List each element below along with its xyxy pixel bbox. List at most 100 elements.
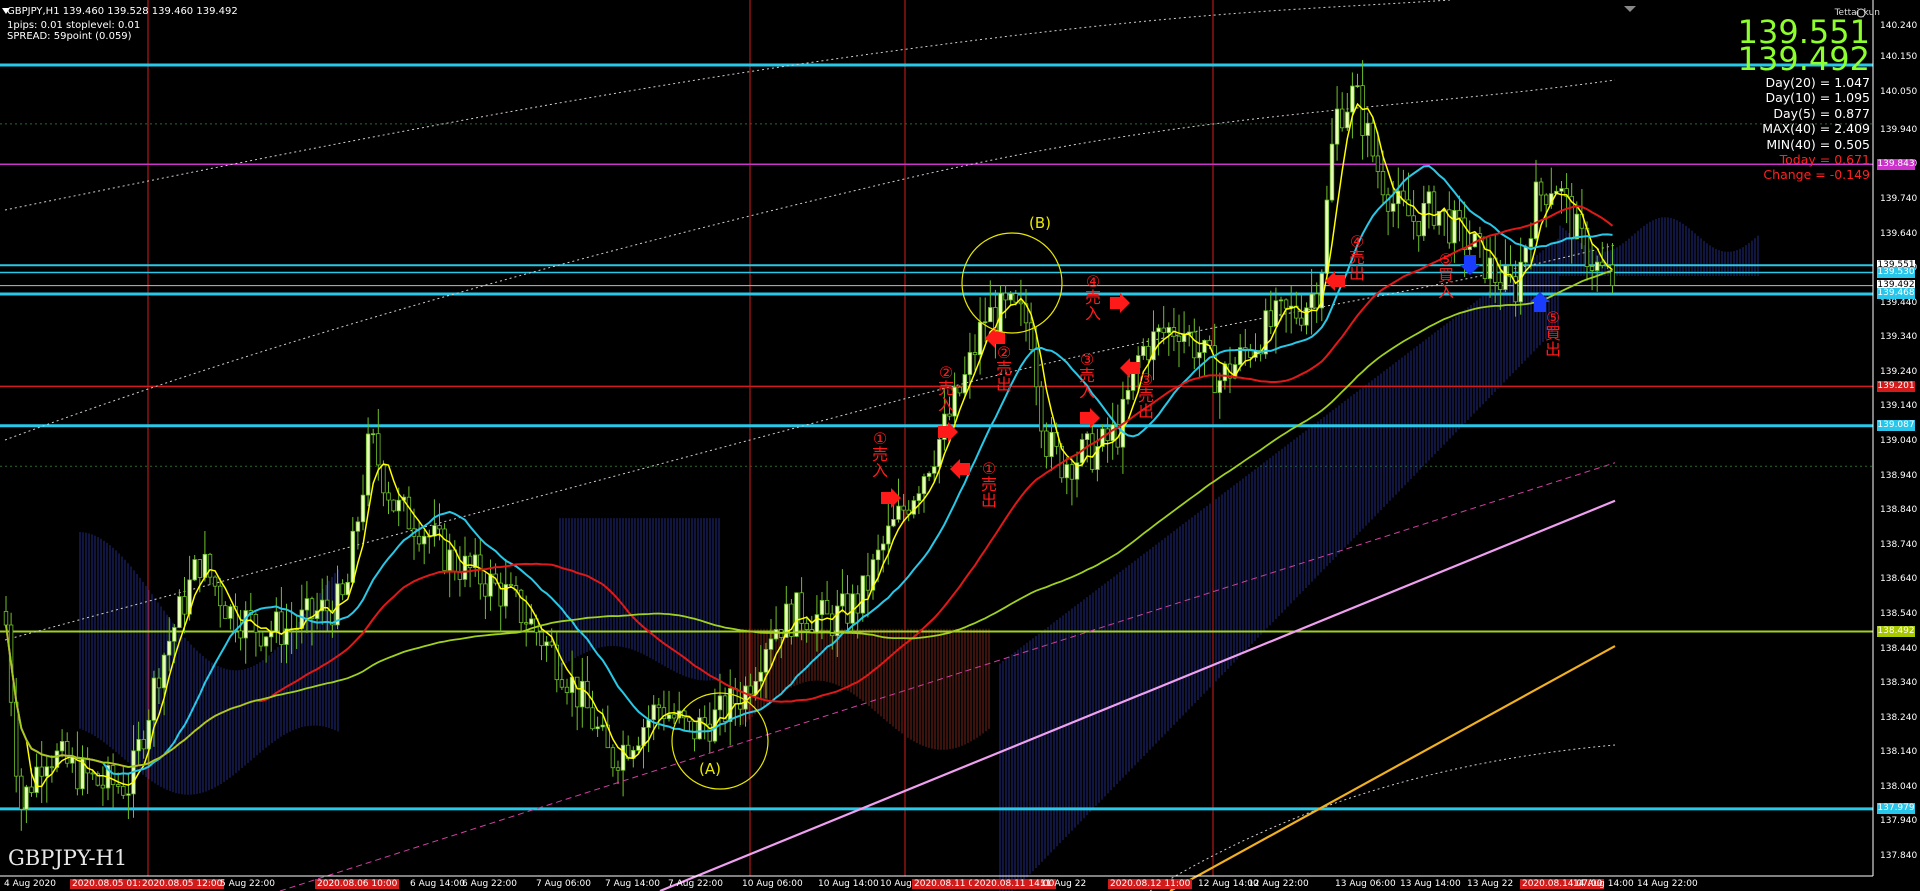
candle-body <box>539 631 544 647</box>
note-2-sell-exit: ② 売 出 <box>995 343 1012 394</box>
candle-body <box>396 499 401 512</box>
candle-body <box>381 464 386 494</box>
time-axis-label: 7 Aug 22:00 <box>668 879 723 889</box>
price-axis-label: 138.040 <box>1880 781 1918 792</box>
candle-body <box>921 476 927 495</box>
price-tag: 137.979 <box>1877 803 1915 815</box>
price-axis-label: 140.050 <box>1880 86 1918 97</box>
candle-body <box>1217 380 1222 393</box>
candle-body <box>1589 266 1595 271</box>
price-tag: 139.201 <box>1877 380 1915 392</box>
candle-body <box>595 726 600 730</box>
candle-body <box>258 631 264 647</box>
candle-body <box>238 630 243 639</box>
candle-body <box>983 321 988 324</box>
candle-body <box>141 739 146 750</box>
candle-body <box>860 575 865 614</box>
candle-body <box>1503 265 1508 290</box>
candle-body <box>748 685 753 695</box>
note-1-sell-entry: ① 売 入 <box>871 429 888 480</box>
time-axis-label: 13 Aug 14:00 <box>1400 879 1461 889</box>
candle-body <box>1370 122 1375 157</box>
candle-body <box>1273 300 1279 327</box>
price-axis-label: 139.240 <box>1880 366 1918 377</box>
candle-body <box>610 747 616 769</box>
candle-body <box>580 680 585 708</box>
candle-body <box>182 596 187 615</box>
candle-body <box>1416 220 1421 237</box>
candle-body <box>437 525 442 530</box>
candle-body <box>488 573 493 597</box>
candle-body <box>177 596 182 628</box>
candle-body <box>559 679 565 688</box>
note-3-sell-entry: ③ 売 入 <box>1078 350 1095 401</box>
stat-min40: MIN(40) = 0.505 <box>1766 137 1870 152</box>
candle-body <box>1518 261 1523 303</box>
chart-symbol-info: GBPJPY,H1 139.460 139.528 139.460 139.49… <box>7 6 238 17</box>
price-axis-label: 140.150 <box>1880 52 1918 63</box>
candle-body <box>1034 349 1039 388</box>
candle-body <box>1482 236 1488 279</box>
candle-body <box>1498 281 1503 290</box>
price-axis-label: 138.140 <box>1880 747 1918 758</box>
price-tag: 139.530 <box>1877 267 1915 279</box>
candle-body <box>1212 345 1217 393</box>
candle-body <box>1018 301 1024 305</box>
candle-body <box>3 611 9 626</box>
time-axis-label: 11 Aug 22 <box>1040 879 1087 889</box>
price-axis-label: 138.240 <box>1880 712 1918 723</box>
candle-body <box>947 413 952 417</box>
time-axis-label: 6 Aug 14:00 <box>410 879 465 889</box>
candle-body <box>1049 431 1054 457</box>
candle-body <box>1533 181 1539 240</box>
candle-body <box>1181 333 1187 342</box>
time-axis-label: 13 Aug 06:00 <box>1335 879 1396 889</box>
stat-day10: Day(10) = 1.095 <box>1765 90 1870 105</box>
candle-body <box>1110 424 1115 442</box>
candle-body <box>1334 108 1340 145</box>
candle-body <box>508 584 514 586</box>
time-axis-label: 13 Aug 22 <box>1467 879 1514 889</box>
time-axis-label: 6 Aug 22:00 <box>462 879 517 889</box>
candle-body <box>432 525 437 537</box>
price-chart-canvas[interactable] <box>0 0 1920 891</box>
price-axis-label: 139.140 <box>1880 401 1918 412</box>
candle-body <box>1013 293 1018 303</box>
candle-body <box>1146 345 1151 361</box>
candle-body <box>1278 299 1284 302</box>
price-axis-label: 138.940 <box>1880 470 1918 481</box>
candle-body <box>1125 389 1131 400</box>
candle-body <box>335 583 340 626</box>
candle-body <box>549 641 554 646</box>
candle-body <box>845 593 850 624</box>
candle-body <box>840 593 845 607</box>
candle-body <box>1161 327 1166 334</box>
candle-body <box>1008 293 1013 301</box>
candle-body <box>636 745 641 751</box>
candle-body <box>1528 238 1534 248</box>
time-axis-label: 7 Aug 14:00 <box>605 879 660 889</box>
candle-body <box>483 583 488 597</box>
candle-body <box>274 611 279 632</box>
price-tag: 139.087 <box>1877 420 1915 432</box>
candle-body <box>1197 352 1202 359</box>
candle-body <box>304 598 310 611</box>
candle-body <box>544 641 549 647</box>
candle-body <box>263 636 269 647</box>
price-axis-label: 138.540 <box>1880 608 1918 619</box>
candle-body <box>524 622 529 625</box>
candle-body <box>763 649 769 673</box>
candle-body <box>421 535 427 545</box>
candle-body <box>1406 199 1411 217</box>
price-tag: 138.492 <box>1877 626 1915 638</box>
candle-body <box>1141 345 1146 357</box>
candle-body <box>753 680 758 695</box>
candle-body <box>126 793 131 796</box>
candle-body <box>197 559 202 578</box>
time-axis-label: 7 Aug 06:00 <box>536 879 591 889</box>
candle-body <box>29 786 34 793</box>
candle-body <box>1003 292 1008 301</box>
candle-body <box>651 704 656 721</box>
candle-body <box>773 629 779 640</box>
candle-body <box>575 676 580 708</box>
